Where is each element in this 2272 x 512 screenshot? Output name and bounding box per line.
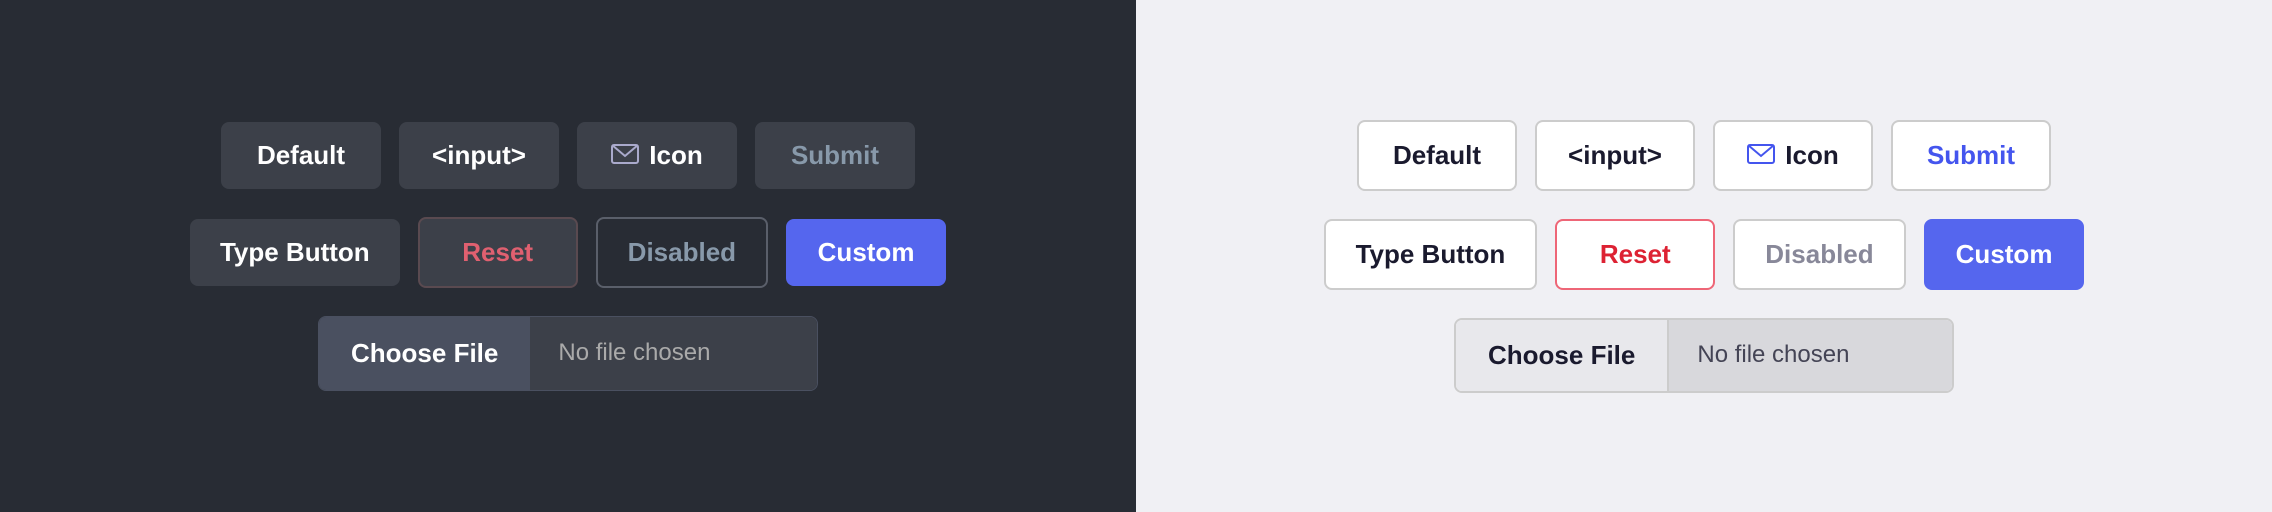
- dark-choose-file-button[interactable]: Choose File: [319, 317, 530, 390]
- light-input-button[interactable]: <input>: [1535, 120, 1695, 191]
- dark-submit-button[interactable]: Submit: [755, 122, 915, 189]
- dark-file-row: Choose File No file chosen: [318, 316, 818, 391]
- dark-default-button[interactable]: Default: [221, 122, 381, 189]
- dark-no-file-label: No file chosen: [530, 317, 817, 390]
- dark-type-button[interactable]: Type Button: [190, 219, 400, 286]
- light-choose-file-button[interactable]: Choose File: [1456, 320, 1669, 391]
- light-no-file-label: No file chosen: [1669, 320, 1952, 391]
- light-row-2: Type Button Reset Disabled Custom: [1324, 219, 2085, 290]
- light-reset-button[interactable]: Reset: [1555, 219, 1715, 290]
- light-icon-button[interactable]: Icon: [1713, 120, 1873, 191]
- dark-input-button[interactable]: <input>: [399, 122, 559, 189]
- dark-file-input[interactable]: Choose File No file chosen: [318, 316, 818, 391]
- light-submit-button[interactable]: Submit: [1891, 120, 2051, 191]
- light-type-button[interactable]: Type Button: [1324, 219, 1538, 290]
- dark-icon-button[interactable]: Icon: [577, 122, 737, 189]
- mail-icon: [611, 140, 639, 171]
- dark-disabled-button: Disabled: [596, 217, 768, 288]
- light-default-button[interactable]: Default: [1357, 120, 1517, 191]
- light-custom-button[interactable]: Custom: [1924, 219, 2085, 290]
- light-disabled-button: Disabled: [1733, 219, 1905, 290]
- dark-panel: Default <input> Icon Submit Type Button …: [0, 0, 1136, 512]
- light-file-row: Choose File No file chosen: [1454, 318, 1954, 393]
- dark-row-1: Default <input> Icon Submit: [221, 122, 915, 189]
- light-file-input[interactable]: Choose File No file chosen: [1454, 318, 1954, 393]
- light-panel: Default <input> Icon Submit Type Button …: [1136, 0, 2272, 512]
- dark-custom-button[interactable]: Custom: [786, 219, 946, 286]
- dark-row-2: Type Button Reset Disabled Custom: [190, 217, 946, 288]
- dark-reset-button[interactable]: Reset: [418, 217, 578, 288]
- mail-icon-light: [1747, 140, 1775, 171]
- light-row-1: Default <input> Icon Submit: [1357, 120, 2051, 191]
- light-icon-label: Icon: [1785, 140, 1838, 171]
- dark-icon-label: Icon: [649, 140, 702, 171]
